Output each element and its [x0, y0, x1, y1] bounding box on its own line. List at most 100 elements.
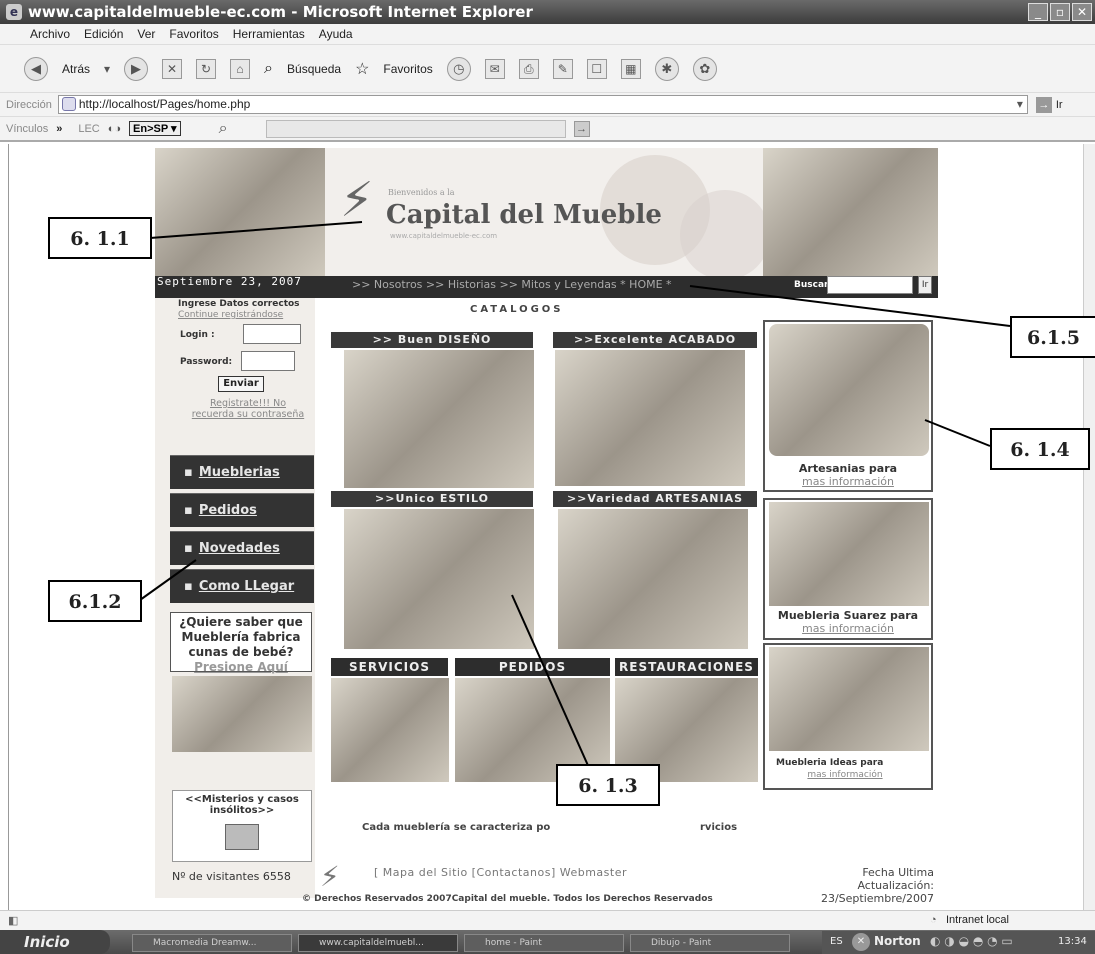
maximize-button[interactable]: ▫: [1050, 3, 1070, 21]
enviar-button[interactable]: Enviar: [218, 376, 264, 392]
ideas-photo[interactable]: [769, 647, 929, 751]
toolbar-search-input[interactable]: [265, 119, 566, 138]
norton-icon[interactable]: ✕: [852, 933, 870, 951]
address-dropdown-icon[interactable]: ▾: [1017, 96, 1023, 113]
print-icon[interactable]: ⎙: [518, 58, 539, 79]
menu-pedidos[interactable]: ▪ Pedidos: [170, 493, 314, 527]
menu-favoritos[interactable]: Favoritos: [169, 27, 218, 41]
svc-img-servicios[interactable]: [331, 678, 449, 782]
cunas-link[interactable]: Presione Aquí: [171, 660, 311, 675]
nav-home[interactable]: * HOME *: [620, 278, 671, 291]
cat-head-artesanias[interactable]: >>Variedad ARTESANIAS: [553, 491, 757, 507]
cat-img-estilo[interactable]: [344, 509, 534, 649]
go-button[interactable]: Ir: [1056, 99, 1063, 111]
suarez-link[interactable]: mas información: [763, 622, 933, 635]
links-label[interactable]: Vínculos: [6, 123, 48, 135]
menu-ayuda[interactable]: Ayuda: [319, 27, 353, 41]
login-input[interactable]: [243, 324, 301, 344]
password-input[interactable]: [241, 351, 295, 371]
task-dreamweaver[interactable]: Macromedia Dreamw...: [132, 934, 292, 952]
site-search-input[interactable]: [827, 276, 913, 294]
vertical-scrollbar[interactable]: [1083, 144, 1095, 910]
tools-icon[interactable]: ✿: [692, 56, 717, 81]
tray-icons[interactable]: ◐ ◑ ◒ ◓ ◔ ▭: [930, 934, 1013, 948]
nav-historias[interactable]: >> Historias: [426, 278, 496, 291]
edit-icon[interactable]: ✎: [552, 58, 573, 79]
catalogos-heading: CATALOGOS: [470, 304, 564, 315]
history-icon[interactable]: ◷: [446, 56, 471, 81]
norton-label[interactable]: Norton: [874, 934, 921, 948]
close-button[interactable]: ✕: [1072, 3, 1092, 21]
status-page-icon: ◧: [8, 915, 19, 927]
callout-612: 6.1.2: [48, 580, 142, 622]
svc-head-restauraciones[interactable]: RESTAURACIONES: [615, 658, 758, 676]
address-input[interactable]: http://localhost/Pages/home.php ▾: [57, 95, 1028, 114]
back-label[interactable]: Atrás: [62, 62, 90, 76]
footer-links[interactable]: [ Mapa del Sitio [Contactanos] Webmaster: [374, 866, 627, 879]
search-go-icon[interactable]: →: [573, 120, 590, 137]
cat-img-artesanias[interactable]: [558, 509, 748, 649]
go-arrow-icon[interactable]: →: [1035, 96, 1052, 113]
dropdown-icon[interactable]: ▾: [104, 62, 110, 76]
lec-icon[interactable]: ◐◑: [108, 123, 121, 135]
login-label: Login :: [180, 330, 215, 340]
cat-head-acabado[interactable]: >>Excelente ACABADO: [553, 332, 757, 348]
tray-language[interactable]: ES: [830, 936, 843, 947]
task-home-paint[interactable]: home - Paint: [464, 934, 624, 952]
favorites-star-icon[interactable]: ☆: [355, 59, 369, 79]
menu-archivo[interactable]: Archivo: [30, 27, 70, 41]
footer-logo-icon: ⚡: [320, 860, 340, 893]
nav-mitos[interactable]: >> Mitos y Leyendas: [500, 278, 617, 291]
back-arrow-icon[interactable]: ◀: [24, 56, 48, 81]
discuss-icon[interactable]: ☐: [586, 58, 607, 79]
menu-mueblerias[interactable]: ▪ Mueblerias: [170, 455, 314, 489]
continue-register-link[interactable]: Continue registrándose: [178, 310, 283, 320]
translate-dropdown[interactable]: En>SP ▾: [129, 121, 181, 136]
callout-613: 6. 1.3: [556, 764, 660, 806]
site-search-button[interactable]: Ir: [918, 276, 932, 294]
artesanias-photo[interactable]: [769, 324, 929, 456]
svc-head-pedidos[interactable]: PEDIDOS: [455, 658, 610, 676]
search-icon[interactable]: ⌕: [264, 60, 273, 78]
register-link[interactable]: Registrate!!! No recuerda su contraseña: [188, 398, 308, 420]
suarez-photo[interactable]: [769, 502, 929, 606]
stop-icon[interactable]: ✕: [162, 58, 183, 79]
book-icon[interactable]: [225, 824, 259, 850]
menu-novedades[interactable]: ▪ Novedades: [170, 531, 314, 565]
favorites-button[interactable]: Favoritos: [383, 62, 432, 76]
visitor-counter: Nº de visitantes 6558: [172, 870, 291, 883]
artesanias-link[interactable]: mas información: [763, 475, 933, 488]
cat-img-diseno[interactable]: [344, 350, 534, 488]
nav-nosotros[interactable]: >> Nosotros: [352, 278, 422, 291]
system-tray: ES ✕ Norton ◐ ◑ ◒ ◓ ◔ ▭ 13:34: [822, 931, 1095, 954]
callout-614: 6. 1.4: [990, 428, 1090, 470]
minimize-button[interactable]: _: [1028, 3, 1048, 21]
cat-head-estilo[interactable]: >>Unico ESTILO: [331, 491, 533, 507]
menu-ver[interactable]: Ver: [137, 27, 155, 41]
mail-icon[interactable]: ✉: [484, 58, 505, 79]
title-bar: e www.capitaldelmueble-ec.com - Microsof…: [0, 0, 1095, 24]
cat-head-diseno[interactable]: >> Buen DISEÑO: [331, 332, 533, 348]
menu-herramientas[interactable]: Herramientas: [233, 27, 305, 41]
artesanias-title: Artesanias para: [798, 462, 898, 475]
messenger-icon[interactable]: ✱: [654, 56, 679, 81]
ideas-title: Muebleria Ideas para: [776, 758, 884, 768]
menu-como-llegar[interactable]: ▪ Como LLegar: [170, 569, 314, 603]
refresh-icon[interactable]: ↻: [196, 58, 217, 79]
task-dibujo-paint[interactable]: Dibujo - Paint: [630, 934, 790, 952]
home-icon[interactable]: ⌂: [230, 58, 251, 79]
ideas-link[interactable]: mas información: [770, 770, 920, 780]
callout-615: 6.1.5: [1010, 316, 1095, 358]
cat-img-acabado[interactable]: [555, 350, 745, 486]
research-icon[interactable]: ▦: [620, 58, 641, 79]
task-browser[interactable]: www.capitaldelmuebl...: [298, 934, 458, 952]
start-button[interactable]: Inicio: [0, 930, 110, 954]
misterios-title[interactable]: <<Misterios y casos insólitos>>: [173, 794, 311, 816]
cunas-photo[interactable]: [172, 676, 312, 752]
menu-edicion[interactable]: Edición: [84, 27, 123, 41]
chevron-icon[interactable]: »: [56, 123, 62, 135]
forward-arrow-icon[interactable]: ▶: [124, 56, 149, 81]
svc-head-servicios[interactable]: SERVICIOS: [331, 658, 448, 676]
search-magnifier-icon: ⌕: [218, 119, 228, 137]
search-button[interactable]: Búsqueda: [287, 62, 341, 76]
